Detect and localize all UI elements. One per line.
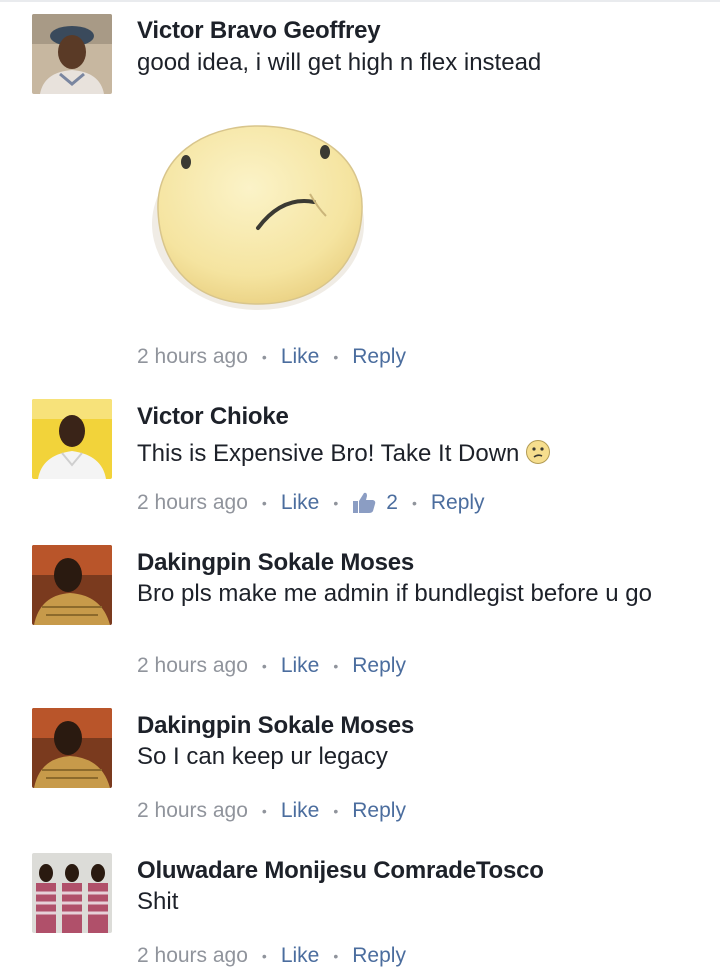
- comment-meta: 2 hours ago • Like • Reply: [137, 654, 406, 678]
- comment-meta: 2 hours ago • Like • Reply: [137, 345, 406, 369]
- comment-timestamp[interactable]: 2 hours ago: [137, 654, 248, 678]
- comment-timestamp[interactable]: 2 hours ago: [137, 799, 248, 823]
- separator-dot: •: [411, 495, 417, 511]
- like-button[interactable]: Like: [281, 799, 320, 823]
- thumbs-up-icon: [353, 492, 376, 513]
- comment-text: Shit: [137, 888, 179, 915]
- avatar[interactable]: [32, 14, 112, 94]
- comment-meta: 2 hours ago • Like • Reply: [137, 944, 406, 968]
- like-button[interactable]: Like: [281, 491, 320, 515]
- like-button[interactable]: Like: [281, 345, 320, 369]
- comment-meta: 2 hours ago • Like • Reply: [137, 799, 406, 823]
- comment-author[interactable]: Oluwadare Monijesu ComradeTosco: [137, 857, 544, 885]
- comment-author[interactable]: Victor Chioke: [137, 403, 289, 431]
- comment-author[interactable]: Victor Bravo Geoffrey: [137, 17, 381, 45]
- like-button[interactable]: Like: [281, 944, 320, 968]
- comment-timestamp[interactable]: 2 hours ago: [137, 944, 248, 968]
- confused-face-sticker: [142, 118, 370, 318]
- reply-button[interactable]: Reply: [352, 944, 406, 968]
- comment-text-content: This is Expensive Bro! Take It Down: [137, 440, 520, 467]
- reply-button[interactable]: Reply: [352, 345, 406, 369]
- top-divider: [0, 0, 720, 2]
- comment-text: Bro pls make me admin if bundlegist befo…: [137, 580, 652, 607]
- comment-timestamp[interactable]: 2 hours ago: [137, 491, 248, 515]
- reply-button[interactable]: Reply: [352, 799, 406, 823]
- comment-text: good idea, i will get high n flex instea…: [137, 49, 542, 76]
- separator-dot: •: [261, 495, 267, 511]
- avatar[interactable]: [32, 399, 112, 479]
- comment-timestamp[interactable]: 2 hours ago: [137, 345, 248, 369]
- reply-button[interactable]: Reply: [352, 654, 406, 678]
- separator-dot: •: [261, 948, 267, 964]
- avatar[interactable]: [32, 708, 112, 788]
- separator-dot: •: [333, 948, 339, 964]
- like-count-value: 2: [386, 491, 398, 514]
- separator-dot: •: [333, 495, 339, 511]
- avatar[interactable]: [32, 545, 112, 625]
- comment-meta: 2 hours ago • Like • 2 • Reply: [137, 491, 485, 515]
- avatar[interactable]: [32, 853, 112, 933]
- like-count[interactable]: 2: [352, 491, 398, 515]
- separator-dot: •: [261, 658, 267, 674]
- comment-author[interactable]: Dakingpin Sokale Moses: [137, 549, 414, 577]
- confused-emoji-icon: [525, 439, 551, 474]
- separator-dot: •: [333, 349, 339, 365]
- comment-text: So I can keep ur legacy: [137, 743, 388, 770]
- separator-dot: •: [261, 349, 267, 365]
- separator-dot: •: [261, 803, 267, 819]
- reply-button[interactable]: Reply: [431, 491, 485, 515]
- separator-dot: •: [333, 803, 339, 819]
- separator-dot: •: [333, 658, 339, 674]
- comment-author[interactable]: Dakingpin Sokale Moses: [137, 712, 414, 740]
- comment-text: This is Expensive Bro! Take It Down: [137, 437, 697, 474]
- like-button[interactable]: Like: [281, 654, 320, 678]
